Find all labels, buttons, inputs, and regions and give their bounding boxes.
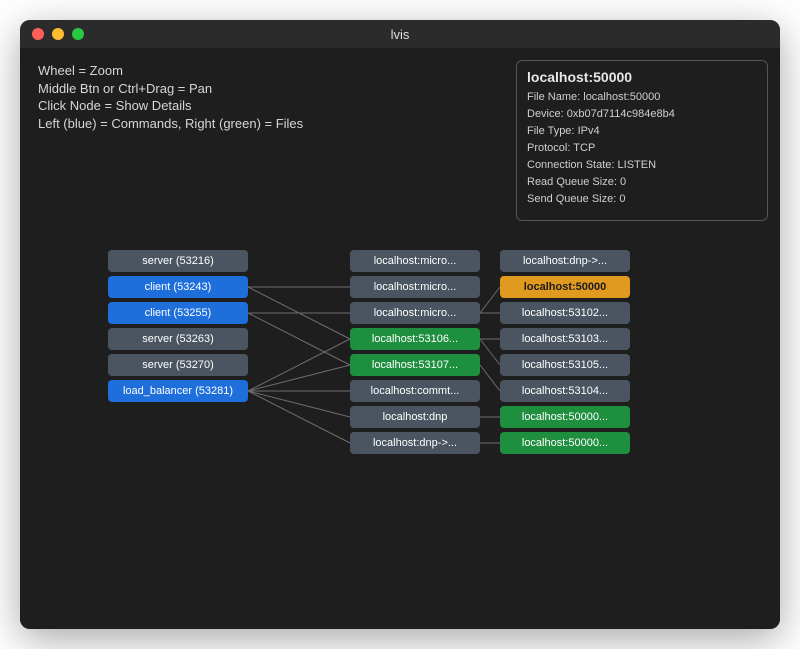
help-line: Wheel = Zoom: [38, 62, 303, 80]
graph-node[interactable]: localhost:micro...: [350, 276, 480, 298]
details-row: Send Queue Size: 0: [527, 193, 757, 205]
graph-node[interactable]: localhost:53103...: [500, 328, 630, 350]
graph-node[interactable]: localhost:dnp: [350, 406, 480, 428]
details-title: localhost:50000: [527, 69, 757, 85]
graph-node[interactable]: client (53243): [108, 276, 248, 298]
graph-canvas[interactable]: Wheel = Zoom Middle Btn or Ctrl+Drag = P…: [20, 48, 780, 629]
minimize-icon[interactable]: [52, 28, 64, 40]
graph-node[interactable]: localhost:53102...: [500, 302, 630, 324]
graph-node[interactable]: localhost:53107...: [350, 354, 480, 376]
graph-node[interactable]: client (53255): [108, 302, 248, 324]
graph-node[interactable]: localhost:micro...: [350, 250, 480, 272]
details-row: Device: 0xb07d7114c984e8b4: [527, 108, 757, 120]
traffic-lights: [20, 28, 84, 40]
graph-node[interactable]: localhost:micro...: [350, 302, 480, 324]
graph-node[interactable]: localhost:commt...: [350, 380, 480, 402]
graph-node[interactable]: server (53263): [108, 328, 248, 350]
details-row: Read Queue Size: 0: [527, 176, 757, 188]
details-row: File Type: IPv4: [527, 125, 757, 137]
graph-node[interactable]: load_balancer (53281): [108, 380, 248, 402]
graph-node[interactable]: server (53216): [108, 250, 248, 272]
details-row: File Name: localhost:50000: [527, 91, 757, 103]
help-text: Wheel = Zoom Middle Btn or Ctrl+Drag = P…: [38, 62, 303, 132]
titlebar[interactable]: lvis: [20, 20, 780, 48]
graph-node[interactable]: localhost:50000: [500, 276, 630, 298]
graph-node[interactable]: localhost:53105...: [500, 354, 630, 376]
help-line: Left (blue) = Commands, Right (green) = …: [38, 115, 303, 133]
graph-node[interactable]: localhost:53104...: [500, 380, 630, 402]
graph-node[interactable]: localhost:dnp->...: [500, 250, 630, 272]
graph-node[interactable]: localhost:50000...: [500, 406, 630, 428]
details-row: Protocol: TCP: [527, 142, 757, 154]
details-row: Connection State: LISTEN: [527, 159, 757, 171]
graph-node[interactable]: server (53270): [108, 354, 248, 376]
app-window: lvis Wheel = Zoom Middle Btn or Ctrl+Dra…: [20, 20, 780, 629]
graph-node[interactable]: localhost:50000...: [500, 432, 630, 454]
graph-node[interactable]: localhost:53106...: [350, 328, 480, 350]
help-line: Middle Btn or Ctrl+Drag = Pan: [38, 80, 303, 98]
graph-node[interactable]: localhost:dnp->...: [350, 432, 480, 454]
maximize-icon[interactable]: [72, 28, 84, 40]
details-panel: localhost:50000 File Name: localhost:500…: [516, 60, 768, 221]
help-line: Click Node = Show Details: [38, 97, 303, 115]
window-title: lvis: [20, 27, 780, 42]
close-icon[interactable]: [32, 28, 44, 40]
